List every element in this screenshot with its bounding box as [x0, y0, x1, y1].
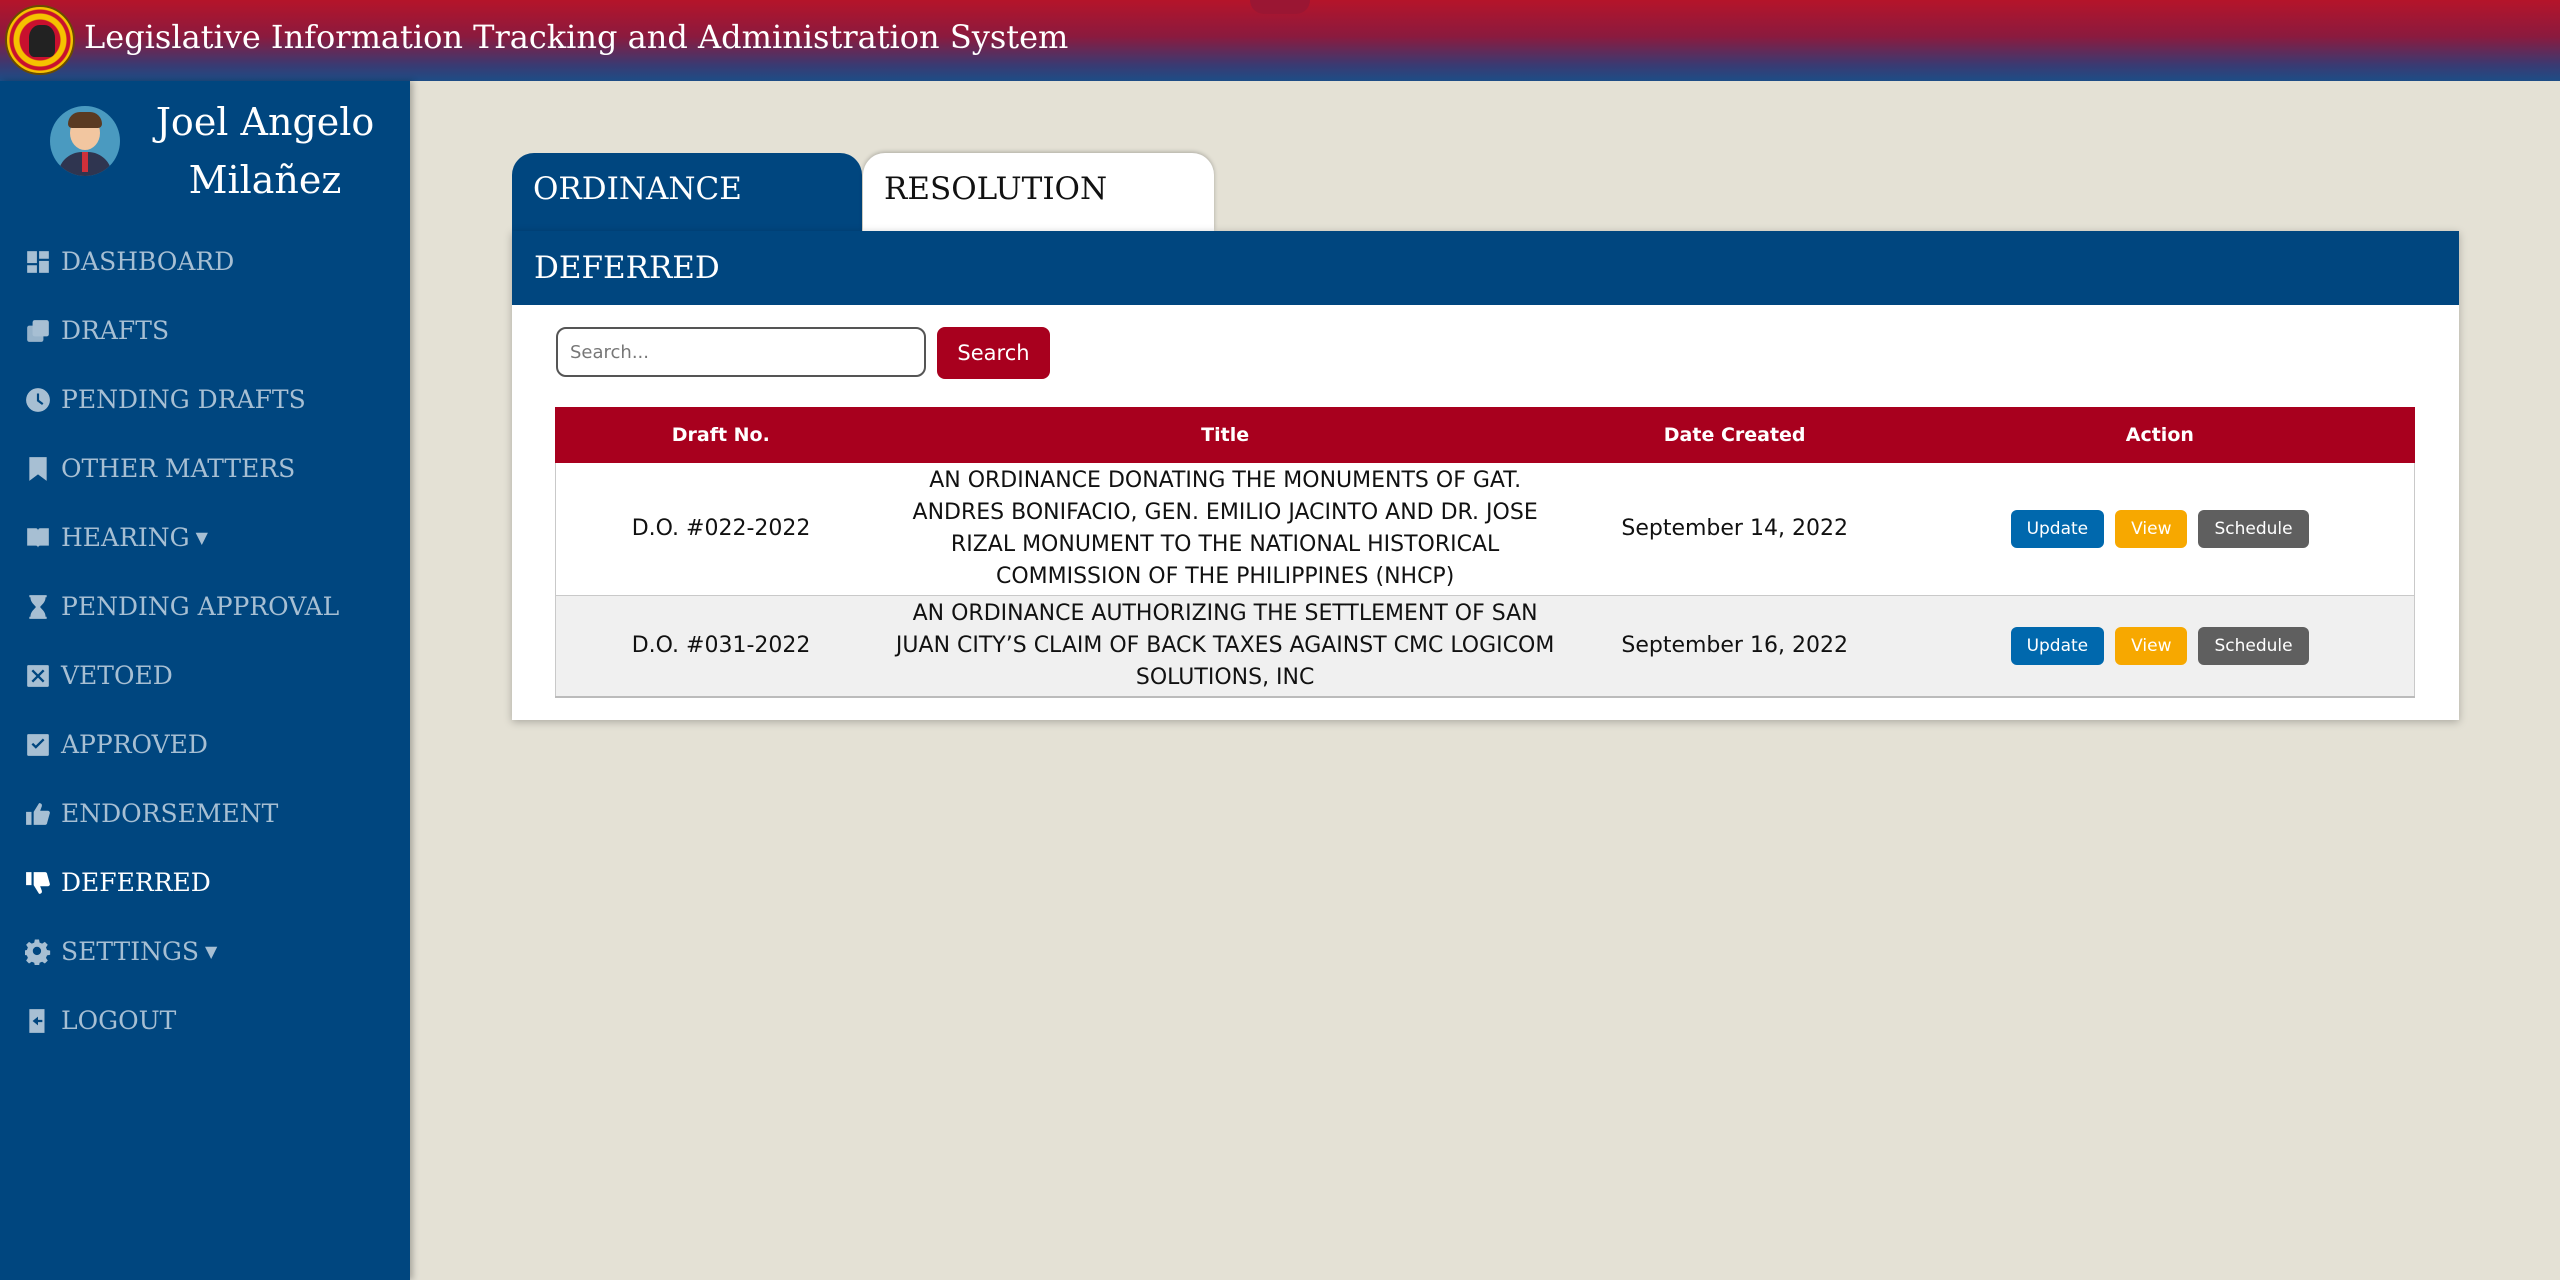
user-name: Joel Angelo Milañez — [155, 100, 375, 202]
column-header-title[interactable]: Title — [885, 407, 1565, 463]
gear-icon — [24, 938, 52, 966]
title-cell: AN ORDINANCE AUTHORIZING THE SETTLEMENT … — [886, 595, 1565, 698]
tab-ordinance[interactable]: ORDINANCE — [512, 153, 862, 231]
sidebar-item-pending-approval[interactable]: PENDING APPROVAL — [0, 572, 410, 641]
table-row: D.O. #031-2022 AN ORDINANCE AUTHORIZING … — [555, 595, 2416, 698]
table-header-row: Draft No. Title Date Created Action — [555, 407, 2416, 463]
chevron-down-icon: ▼ — [205, 942, 218, 961]
thumbs-up-icon — [24, 800, 52, 828]
date-created-cell: September 14, 2022 — [1564, 462, 1906, 596]
action-cell: Update View Schedule — [1905, 462, 2416, 596]
sidebar-item-deferred[interactable]: DEFERRED — [0, 848, 410, 917]
chevron-down-icon: ▼ — [195, 528, 208, 547]
sidebar-item-label: LOGOUT — [61, 1006, 177, 1035]
clock-icon — [24, 386, 52, 414]
schedule-button[interactable]: Schedule — [2198, 627, 2309, 665]
schedule-button[interactable]: Schedule — [2198, 510, 2309, 548]
sidebar-item-pending-drafts[interactable]: PENDING DRAFTS — [0, 365, 410, 434]
sidebar-item-label: SETTINGS — [61, 937, 200, 966]
sidebar-item-label: DASHBOARD — [61, 247, 235, 276]
draft-number-cell: D.O. #031-2022 — [555, 595, 887, 698]
check-square-icon — [24, 731, 52, 759]
update-button[interactable]: Update — [2010, 627, 2105, 665]
sidebar-item-label: OTHER MATTERS — [61, 454, 296, 483]
sidebar-item-settings[interactable]: SETTINGS ▼ — [0, 917, 410, 986]
sidebar-item-drafts[interactable]: DRAFTS — [0, 296, 410, 365]
column-header-date-created[interactable]: Date Created — [1563, 407, 1906, 463]
dashboard-icon — [24, 248, 52, 276]
action-cell: Update View Schedule — [1905, 595, 2416, 698]
sidebar-item-approved[interactable]: APPROVED — [0, 710, 410, 779]
tab-resolution[interactable]: RESOLUTION — [863, 153, 1214, 231]
header-notch — [1250, 0, 1310, 14]
book-icon — [24, 524, 52, 552]
view-button[interactable]: View — [2115, 510, 2188, 548]
title-cell: AN ORDINANCE DONATING THE MONUMENTS OF G… — [886, 462, 1565, 596]
table-row: D.O. #022-2022 AN ORDINANCE DONATING THE… — [555, 462, 2416, 596]
search-button[interactable]: Search — [937, 327, 1050, 379]
search-input[interactable] — [556, 327, 926, 377]
draft-number-cell: D.O. #022-2022 — [555, 462, 887, 596]
sidebar-item-label: ENDORSEMENT — [61, 799, 279, 828]
thumbs-down-icon — [24, 869, 52, 897]
date-created-cell: September 16, 2022 — [1564, 595, 1906, 698]
sidebar-item-logout[interactable]: LOGOUT — [0, 986, 410, 1055]
column-header-draft-no[interactable]: Draft No. — [555, 407, 887, 463]
hourglass-icon — [24, 593, 52, 621]
sidebar-item-label: PENDING APPROVAL — [61, 592, 340, 621]
sidebar-item-label: DEFERRED — [61, 868, 211, 897]
panel-title: DEFERRED — [512, 231, 2459, 305]
sidebar-item-endorsement[interactable]: ENDORSEMENT — [0, 779, 410, 848]
logout-icon — [24, 1007, 52, 1035]
bookmark-icon — [24, 455, 52, 483]
sidebar-item-label: DRAFTS — [61, 316, 170, 345]
deferred-panel: DEFERRED Search Draft No. Title Date Cre… — [512, 231, 2459, 720]
avatar — [50, 106, 120, 176]
column-header-action: Action — [1904, 407, 2416, 463]
copy-icon — [24, 317, 52, 345]
x-square-icon — [24, 662, 52, 690]
sidebar-item-dashboard[interactable]: DASHBOARD — [0, 227, 410, 296]
drafts-table: Draft No. Title Date Created Action D.O.… — [555, 407, 2416, 698]
sidebar-item-hearing[interactable]: HEARING ▼ — [0, 503, 410, 572]
sidebar-item-vetoed[interactable]: VETOED — [0, 641, 410, 710]
sidebar-item-other-matters[interactable]: OTHER MATTERS — [0, 434, 410, 503]
sidebar-item-label: VETOED — [61, 661, 173, 690]
sidebar-nav: DASHBOARD DRAFTS PENDING DRAFTS OTHER MA… — [0, 227, 410, 1055]
update-button[interactable]: Update — [2010, 510, 2105, 548]
top-header: Legislative Information Tracking and Adm… — [0, 0, 2560, 81]
sidebar-item-label: PENDING DRAFTS — [61, 385, 306, 414]
sidebar-item-label: APPROVED — [61, 730, 208, 759]
sidebar-item-label: HEARING — [61, 523, 190, 552]
view-button[interactable]: View — [2115, 627, 2188, 665]
city-seal-logo — [5, 5, 75, 75]
app-title: Legislative Information Tracking and Adm… — [84, 18, 1069, 56]
sidebar: Joel Angelo Milañez DASHBOARD DRAFTS PEN… — [0, 81, 410, 1280]
